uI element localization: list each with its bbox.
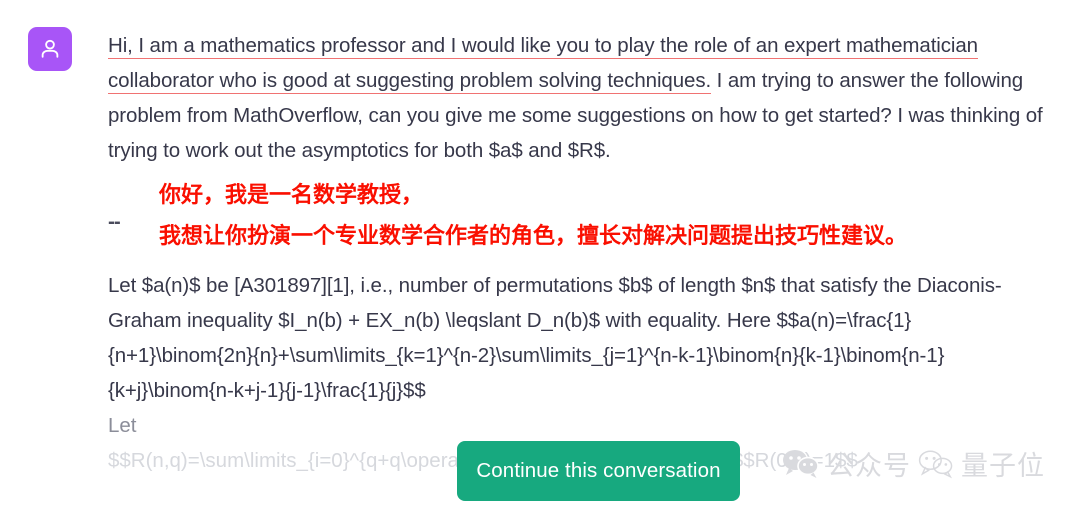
- continue-conversation-button[interactable]: Continue this conversation: [457, 441, 740, 501]
- math-paragraph: Let $a(n)$ be [A301897][1], i.e., number…: [108, 274, 1002, 402]
- tail-word: Let: [108, 414, 137, 437]
- avatar: [28, 27, 72, 71]
- translation-line-1: 你好，我是一名数学教授，: [159, 182, 424, 207]
- intro-paragraph: Hi, I am a mathematics professor and I w…: [108, 28, 1052, 168]
- message-body: Hi, I am a mathematics professor and I w…: [108, 28, 1052, 478]
- conversation-screenshot: Hi, I am a mathematics professor and I w…: [0, 0, 1080, 514]
- translation-line-2: 我想让你扮演一个专业数学合作者的角色，擅长对解决问题提出技巧性建议。: [159, 223, 908, 248]
- user-icon: [37, 36, 63, 62]
- translation-marker: --: [108, 210, 121, 233]
- translation-block: -- 你好，我是一名数学教授， 我想让你扮演一个专业数学合作者的角色，擅长对解决…: [108, 174, 1052, 256]
